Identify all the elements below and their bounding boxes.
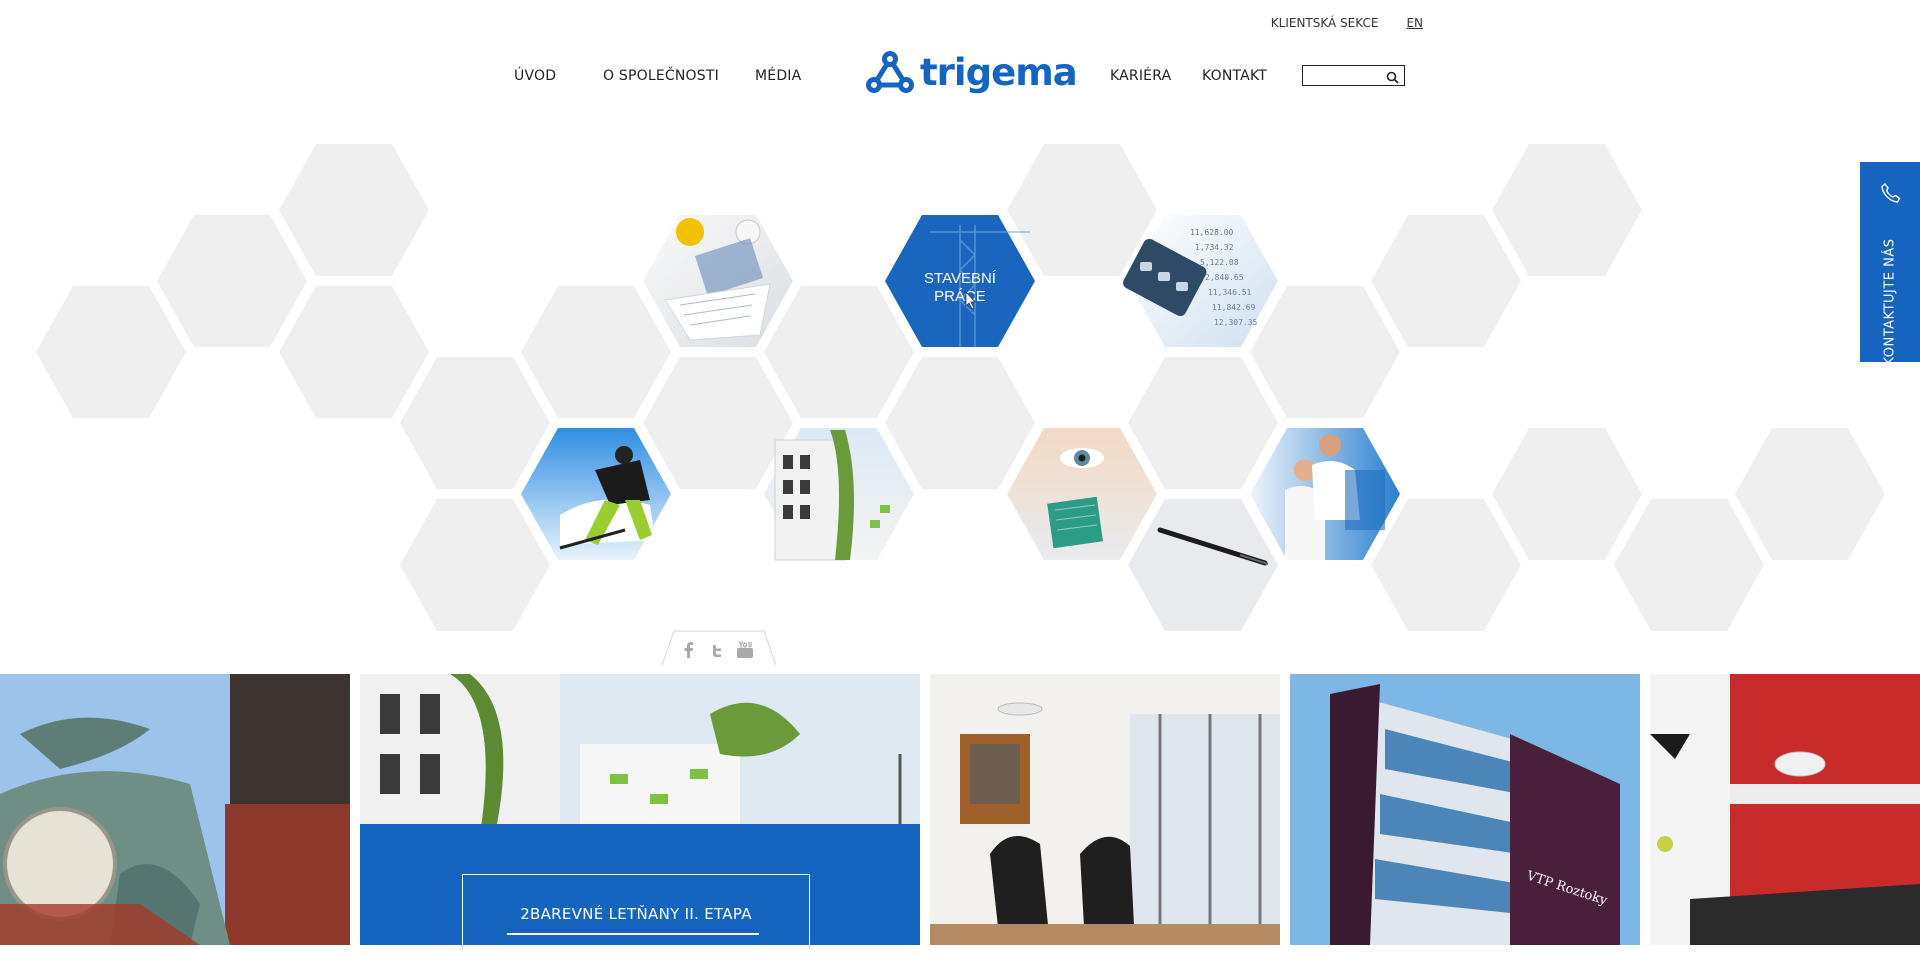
svg-text:5,122.08: 5,122.08 <box>1200 258 1239 267</box>
svg-text:11,628.00: 11,628.00 <box>1190 228 1234 237</box>
svg-text:1,734.32: 1,734.32 <box>1195 243 1234 252</box>
tile-interior-living[interactable] <box>930 674 1280 945</box>
hex-stavebni-prace[interactable]: STAVEBNÍ PRÁCE <box>885 215 1035 347</box>
hex-pen-paper[interactable] <box>1128 499 1278 631</box>
social-links-tab <box>660 630 778 670</box>
featured-project-title: 2BAREVNÉ LETŇANY II. ETAPA <box>520 905 752 923</box>
tile-vtp-roztoky[interactable]: VTP Roztoky <box>1290 674 1640 945</box>
hex-engineering-plans[interactable] <box>643 215 793 347</box>
contact-us-label: KONTAKTUJTE NÁS <box>1882 238 1898 366</box>
hex-eye-chip[interactable] <box>1007 428 1157 560</box>
twitter-icon[interactable] <box>710 643 724 662</box>
tile-statue-building[interactable] <box>0 674 350 945</box>
hex-finance-calculator[interactable]: 11,628.00 1,734.32 5,122.08 2,840.65 11,346… <box>1121 215 1278 347</box>
contact-us-tab[interactable]: KONTAKTUJTE NÁS <box>1860 162 1920 366</box>
hex-residential-building[interactable] <box>764 428 914 561</box>
hex-office-team[interactable] <box>1250 428 1400 560</box>
svg-text:11,346.51: 11,346.51 <box>1208 288 1252 297</box>
svg-text:12,307.35: 12,307.35 <box>1214 318 1258 327</box>
facebook-icon[interactable] <box>684 642 694 662</box>
phone-icon <box>1880 182 1902 208</box>
hex-skier[interactable] <box>521 428 671 560</box>
featured-project-banner[interactable]: 2BAREVNÉ LETŇANY II. ETAPA <box>360 824 920 954</box>
hex-active-label-line2: PRÁCE <box>934 288 986 305</box>
featured-project-frame: 2BAREVNÉ LETŇANY II. ETAPA <box>462 874 810 954</box>
tile-interior-kitchen[interactable] <box>1650 674 1920 945</box>
svg-text:11,842.69: 11,842.69 <box>1212 303 1256 312</box>
hex-active-label-line1: STAVEBNÍ <box>924 270 997 287</box>
featured-title-underline <box>507 933 759 935</box>
svg-text:2,840.65: 2,840.65 <box>1205 273 1244 282</box>
youtube-icon[interactable] <box>736 640 754 663</box>
